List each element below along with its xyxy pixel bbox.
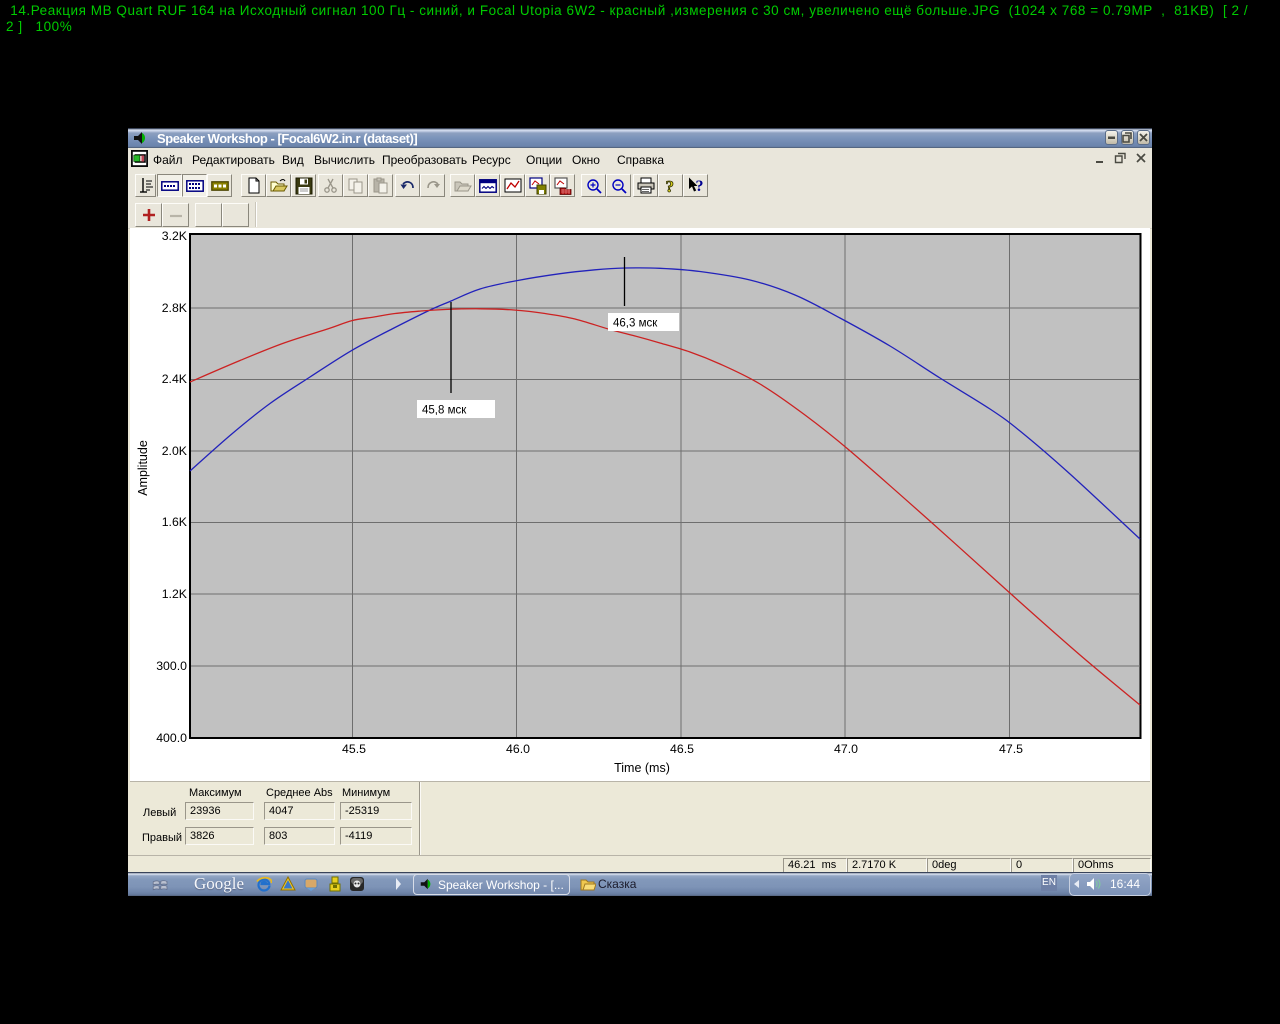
svg-text:1.6K: 1.6K xyxy=(162,515,188,529)
svg-text:300.0: 300.0 xyxy=(156,659,187,673)
svg-text:46.0: 46.0 xyxy=(506,742,530,756)
svg-text:Amplitude: Amplitude xyxy=(136,440,150,496)
svg-text:1.2K: 1.2K xyxy=(162,587,188,601)
svg-text:45,8 мск: 45,8 мск xyxy=(422,405,467,417)
svg-text:?: ? xyxy=(696,178,704,195)
svg-text:2.8K: 2.8K xyxy=(162,301,188,315)
svg-text:2.0K: 2.0K xyxy=(162,444,188,458)
svg-text:46,3 мск: 46,3 мск xyxy=(613,318,658,330)
svg-text:400.0: 400.0 xyxy=(156,731,187,745)
svg-text:3.2K: 3.2K xyxy=(162,229,188,243)
svg-text:?: ? xyxy=(666,177,675,195)
svg-text:45.5: 45.5 xyxy=(342,742,366,756)
svg-text:47.5: 47.5 xyxy=(999,742,1023,756)
svg-text:47.0: 47.0 xyxy=(834,742,858,756)
svg-text:46.5: 46.5 xyxy=(670,742,694,756)
svg-text:2.4K: 2.4K xyxy=(162,372,188,386)
svg-text:Time (ms): Time (ms) xyxy=(614,761,670,775)
